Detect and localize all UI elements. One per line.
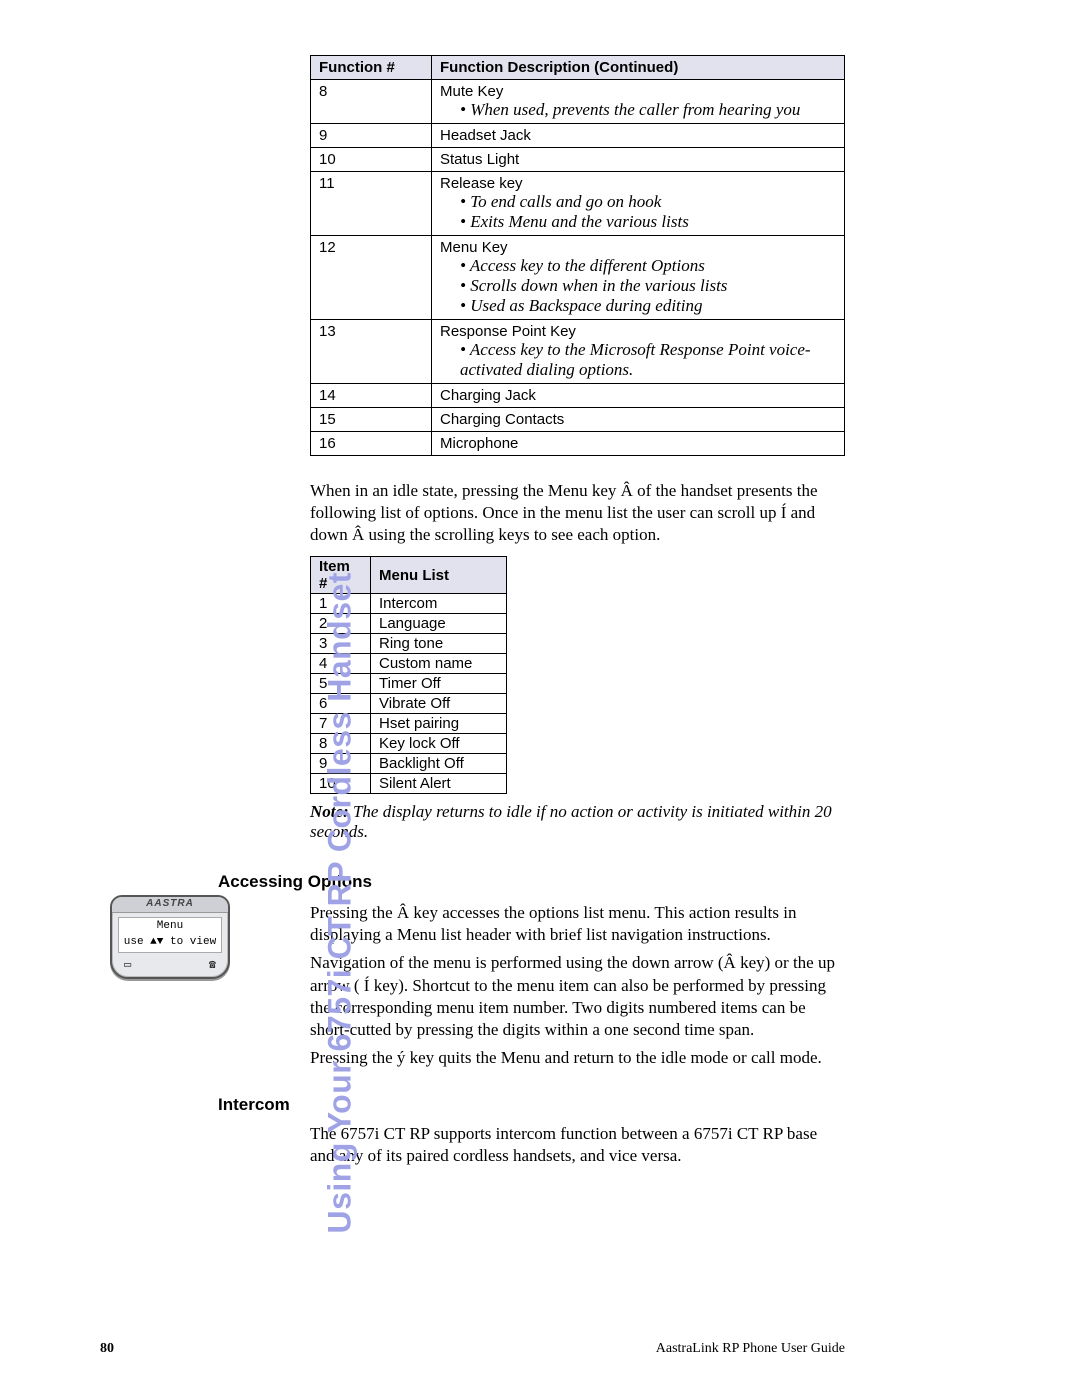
func-head-desc: Function Description (Continued) <box>432 56 845 80</box>
menu-item-label: Custom name <box>371 654 507 674</box>
page-footer: 80 AastraLink RP Phone User Guide <box>100 1341 845 1357</box>
page-number: 80 <box>100 1341 114 1356</box>
side-running-title: Using Your 6757i CT RP Cordless Handset <box>322 74 359 1234</box>
func-desc-title: Microphone <box>440 435 836 452</box>
phone-line2: use ▲▼ to view <box>119 934 221 950</box>
phone-softkey-right-icon: ☎ <box>209 957 216 972</box>
func-desc-note: • To end calls and go on hook <box>440 192 836 212</box>
intro-paragraph: When in an idle state, pressing the Menu… <box>310 480 845 546</box>
menu-item-label: Silent Alert <box>371 774 507 794</box>
accessing-p3: Pressing the ý key quits the Menu and re… <box>310 1047 845 1069</box>
menu-head-list: Menu List <box>371 557 507 594</box>
note: Note: The display returns to idle if no … <box>310 802 845 842</box>
phone-softkey-left-icon: ▭ <box>124 957 131 972</box>
func-desc-title: Release key <box>440 175 836 192</box>
menu-item-label: Key lock Off <box>371 734 507 754</box>
phone-brand: AASTRA <box>112 897 228 913</box>
func-desc-title: Headset Jack <box>440 127 836 144</box>
function-table: Function # Function Description (Continu… <box>310 55 845 456</box>
menu-item-label: Language <box>371 614 507 634</box>
func-desc: Charging Contacts <box>432 408 845 432</box>
menu-item-label: Intercom <box>371 594 507 614</box>
func-desc: Mute Key• When used, prevents the caller… <box>432 80 845 124</box>
func-desc-title: Charging Jack <box>440 387 836 404</box>
func-desc: Headset Jack <box>432 124 845 148</box>
func-desc: Charging Jack <box>432 384 845 408</box>
func-desc-note: • When used, prevents the caller from he… <box>440 100 836 120</box>
func-desc-note: • Used as Backspace during editing <box>440 296 836 316</box>
menu-item-label: Ring tone <box>371 634 507 654</box>
accessing-p1: Pressing the Â key accesses the options … <box>310 902 845 946</box>
menu-item-label: Vibrate Off <box>371 694 507 714</box>
heading-intercom: Intercom <box>218 1095 845 1115</box>
book-title: AastraLink RP Phone User Guide <box>656 1341 845 1357</box>
heading-accessing-options: Accessing Options <box>218 872 845 892</box>
func-desc: Status Light <box>432 148 845 172</box>
phone-illustration: AASTRA Menu use ▲▼ to view ▭ ☎ <box>110 895 230 983</box>
func-desc-title: Mute Key <box>440 83 836 100</box>
func-desc: Microphone <box>432 432 845 456</box>
func-desc-title: Status Light <box>440 151 836 168</box>
intercom-p1: The 6757i CT RP supports intercom functi… <box>310 1123 845 1167</box>
func-desc-note: • Access key to the different Options <box>440 256 836 276</box>
menu-item-label: Hset pairing <box>371 714 507 734</box>
note-text: The display returns to idle if no action… <box>310 802 832 841</box>
accessing-p2: Navigation of the menu is performed usin… <box>310 952 845 1040</box>
phone-line1: Menu <box>119 918 221 934</box>
func-desc-title: Response Point Key <box>440 323 836 340</box>
func-desc-note: • Access key to the Microsoft Response P… <box>440 340 836 380</box>
func-desc-title: Charging Contacts <box>440 411 836 428</box>
func-desc-title: Menu Key <box>440 239 836 256</box>
func-desc: Release key• To end calls and go on hook… <box>432 172 845 236</box>
func-desc: Menu Key• Access key to the different Op… <box>432 236 845 320</box>
func-desc-note: • Scrolls down when in the various lists <box>440 276 836 296</box>
func-desc-note: • Exits Menu and the various lists <box>440 212 836 232</box>
func-desc: Response Point Key• Access key to the Mi… <box>432 320 845 384</box>
menu-item-label: Backlight Off <box>371 754 507 774</box>
menu-item-label: Timer Off <box>371 674 507 694</box>
